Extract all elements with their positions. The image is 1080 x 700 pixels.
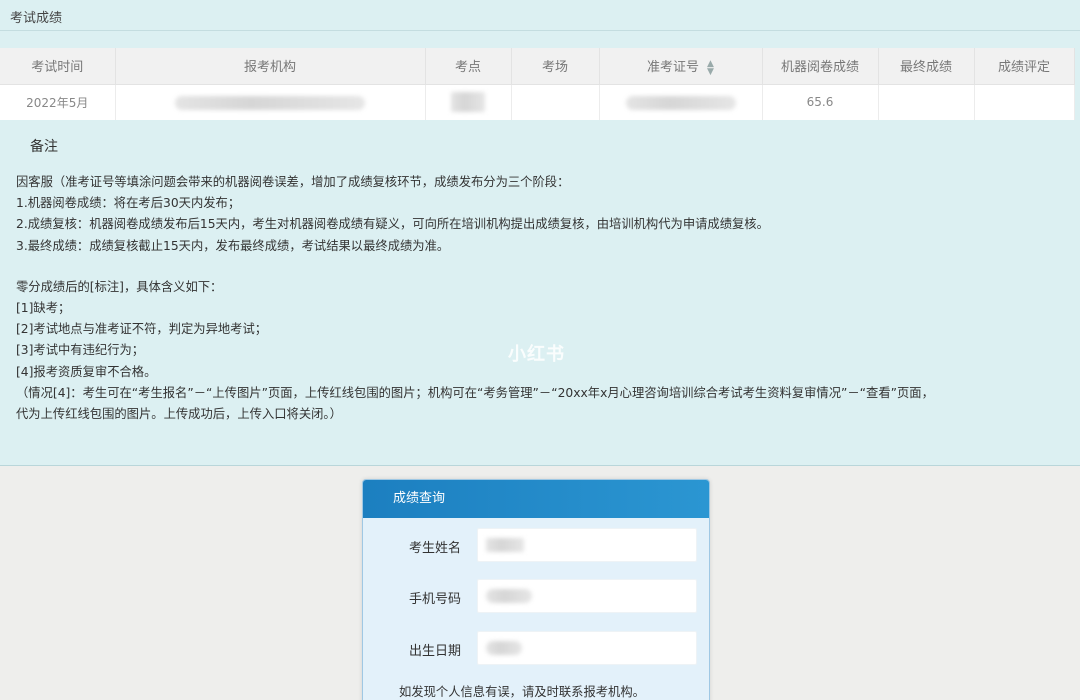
birthdate-input[interactable] xyxy=(477,631,697,665)
query-form: 考生姓名 手机号码 出生日期 如发现个人信息有误，请及时联系报考机构。 xyxy=(363,518,709,700)
col-header-ticket-no[interactable]: 准考证号 ▲ ▼ xyxy=(599,48,763,85)
col-header-final-score: 最终成绩 xyxy=(878,48,975,85)
field-label-phone: 手机号码 xyxy=(409,592,462,607)
remark-line: 零分成绩后的[标注]，具体含义如下： xyxy=(16,279,223,294)
col-header-organization: 报考机构 xyxy=(115,48,426,85)
field-label-birthdate: 出生日期 xyxy=(409,644,462,659)
score-panel: 考试成绩 考试时间 报考机构 考点 考场 准考证号 ▲ ▼ 机器阅卷成绩 最终成绩 … xyxy=(0,0,1080,466)
divider xyxy=(0,30,1080,31)
query-card-title: 成绩查询 xyxy=(363,480,709,518)
remark-line: 2.成绩复核：机器阅卷成绩发布后15天内，考生对机器阅卷成绩有疑义，可向所在培训… xyxy=(16,217,769,232)
col-header-exam-site: 考点 xyxy=(425,48,512,85)
cell-rating xyxy=(974,84,1075,120)
score-query-card: 成绩查询 考生姓名 手机号码 出生日期 如发现个人信息有误，请及时联系报考机构。 xyxy=(362,479,710,700)
redacted-phone xyxy=(486,589,532,603)
query-note: 如发现个人信息有误，请及时联系报考机构。 xyxy=(399,685,645,699)
remark-line: 因客服（准考证号等填涂问题会带来的机器阅卷误差，增加了成绩复核环节，成绩发布分为… xyxy=(16,175,570,189)
field-label-name: 考生姓名 xyxy=(409,541,462,556)
cell-ticket-no xyxy=(599,84,763,120)
remark-line: [2]考试地点与准考证不符，判定为异地考试； xyxy=(16,322,268,337)
cell-final-score xyxy=(878,84,975,120)
remark-line: 1.机器阅卷成绩：将在考后30天内发布； xyxy=(16,196,241,211)
watermark: 小红书 xyxy=(508,344,565,365)
panel-title: 考试成绩 xyxy=(10,11,63,26)
col-header-exam-time: 考试时间 xyxy=(0,48,116,85)
remark-line: （情况[4]：考生可在“考生报名”－“上传图片”页面，上传红线包围的图片；机构可… xyxy=(16,385,934,400)
redacted-ticket-no xyxy=(625,95,736,110)
cell-exam-time: 2022年5月 xyxy=(0,84,116,120)
cell-exam-room xyxy=(511,84,600,120)
name-input[interactable] xyxy=(477,528,697,562)
redacted-name xyxy=(486,538,524,552)
col-header-exam-room: 考场 xyxy=(511,48,600,85)
score-table: 考试时间 报考机构 考点 考场 准考证号 ▲ ▼ 机器阅卷成绩 最终成绩 成绩评定 … xyxy=(0,48,1075,120)
redacted-birthdate xyxy=(486,641,522,655)
remark-line: 代为上传红线包围的图片。上传成功后，上传入口将关闭。） xyxy=(16,407,342,422)
table-row: 2022年5月 65.6 xyxy=(0,84,1075,120)
col-header-machine-score: 机器阅卷成绩 xyxy=(762,48,879,85)
cell-exam-site xyxy=(425,84,512,120)
remark-line: 3.最终成绩：成绩复核截止15天内，发布最终成绩，考试结果以最终成绩为准。 xyxy=(16,238,450,253)
phone-input[interactable] xyxy=(477,579,697,613)
cell-machine-score: 65.6 xyxy=(762,84,879,120)
remarks-text: 因客服（准考证号等填涂问题会带来的机器阅卷误差，增加了成绩复核环节，成绩发布分为… xyxy=(16,172,1072,425)
cell-organization xyxy=(115,84,426,120)
col-header-rating: 成绩评定 xyxy=(974,48,1075,85)
remarks-heading: 备注 xyxy=(30,139,58,155)
col-header-ticket-no-label: 准考证号 xyxy=(647,60,700,75)
redacted-organization xyxy=(175,95,365,110)
redacted-exam-site xyxy=(451,92,485,113)
remark-line: [1]缺考； xyxy=(16,301,71,316)
table-header-row: 考试时间 报考机构 考点 考场 准考证号 ▲ ▼ 机器阅卷成绩 最终成绩 成绩评定 xyxy=(0,48,1075,85)
sort-icon[interactable]: ▲ ▼ xyxy=(707,59,714,76)
